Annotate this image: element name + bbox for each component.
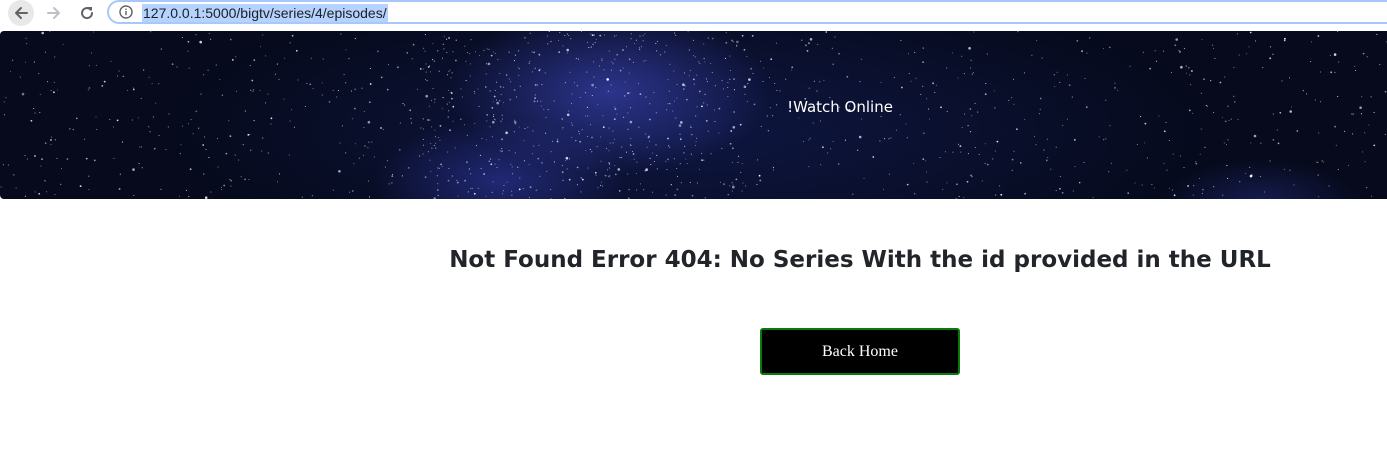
error-heading: Not Found Error 404: No Series With the …: [449, 247, 1271, 273]
back-button[interactable]: [8, 0, 34, 26]
forward-button[interactable]: [41, 0, 67, 26]
arrow-right-icon: [47, 7, 60, 19]
browser-toolbar: 127.0.0.1:5000/bigtv/series/4/episodes/: [0, 0, 1387, 28]
back-home-button[interactable]: Back Home: [760, 328, 960, 375]
hero-banner: !Watch Online: [0, 31, 1387, 199]
reload-button[interactable]: [74, 0, 100, 26]
arrow-left-icon: [15, 7, 28, 19]
address-bar[interactable]: 127.0.0.1:5000/bigtv/series/4/episodes/: [107, 0, 1387, 24]
reload-icon: [81, 7, 94, 20]
url-text[interactable]: 127.0.0.1:5000/bigtv/series/4/episodes/: [142, 4, 388, 22]
hero-title: !Watch Online: [787, 98, 893, 116]
info-circle-icon[interactable]: [119, 5, 133, 19]
